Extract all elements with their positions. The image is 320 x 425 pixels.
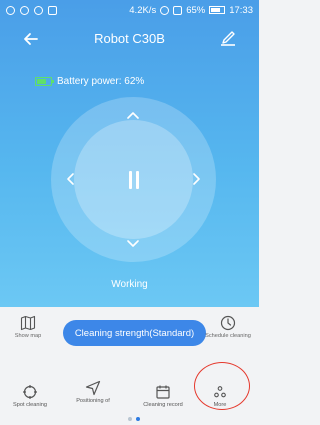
page-indicator — [128, 417, 140, 421]
clock-icon — [220, 315, 236, 331]
battery-label: Battery power: 62% — [57, 76, 145, 87]
cleaning-record-label: Cleaning record — [143, 402, 183, 408]
show-map-label: Show map — [14, 333, 42, 339]
cleaning-record-button[interactable]: Cleaning record — [135, 384, 191, 408]
battery-icon — [35, 77, 54, 86]
center-control — [74, 120, 193, 239]
page-title: Robot C30B — [94, 30, 165, 46]
battery-percent: 65% — [186, 4, 206, 16]
clock: 17:33 — [229, 4, 253, 16]
pause-button[interactable] — [118, 164, 150, 196]
spot-cleaning-label: Spot cleaning — [13, 402, 47, 408]
spot-cleaning-button[interactable]: Spot cleaning — [2, 384, 58, 408]
positioning-button[interactable]: Positioning of — [65, 380, 121, 404]
edit-button[interactable] — [217, 26, 239, 48]
pause-icon — [128, 170, 139, 189]
image-icon — [48, 5, 57, 15]
battery-indicator: Battery power: 62% — [35, 76, 144, 87]
title-bar: Robot C30B — [0, 24, 259, 52]
highlight-circle — [194, 362, 250, 410]
action-row: Show map Cleaning strength(Standard) Sch… — [0, 315, 259, 357]
show-map-button[interactable]: Show map — [8, 315, 48, 339]
schedule-cleaning-button[interactable]: Schedule cleaning — [203, 315, 253, 339]
map-icon — [20, 315, 36, 331]
edit-pencil-icon — [221, 31, 235, 46]
shield-icon — [6, 5, 15, 15]
back-button[interactable] — [20, 28, 42, 50]
direction-pad — [51, 97, 216, 262]
positioning-label: Positioning of — [76, 398, 110, 404]
calendar-icon — [156, 385, 170, 399]
location-icon — [20, 5, 29, 15]
control-panel: 4.2K/s 65% 17:33 Robot C30B Battery powe… — [0, 0, 259, 307]
signal-icon — [34, 5, 43, 15]
crosshair-icon — [23, 385, 37, 399]
page-dot[interactable] — [128, 417, 132, 421]
robot-status: Working — [111, 279, 148, 290]
cleaning-strength-button[interactable]: Cleaning strength(Standard) — [63, 320, 206, 346]
network-speed: 4.2K/s — [129, 4, 157, 16]
battery-status-icon — [209, 6, 226, 14]
schedule-cleaning-label: Schedule cleaning — [205, 333, 251, 339]
system-status-bar: 4.2K/s 65% 17:33 — [0, 0, 259, 20]
cellular-icon — [173, 5, 183, 15]
page-dot-active[interactable] — [136, 417, 140, 421]
navigation-icon — [85, 380, 101, 396]
back-arrow-icon — [24, 33, 38, 45]
wifi-icon — [160, 5, 170, 15]
